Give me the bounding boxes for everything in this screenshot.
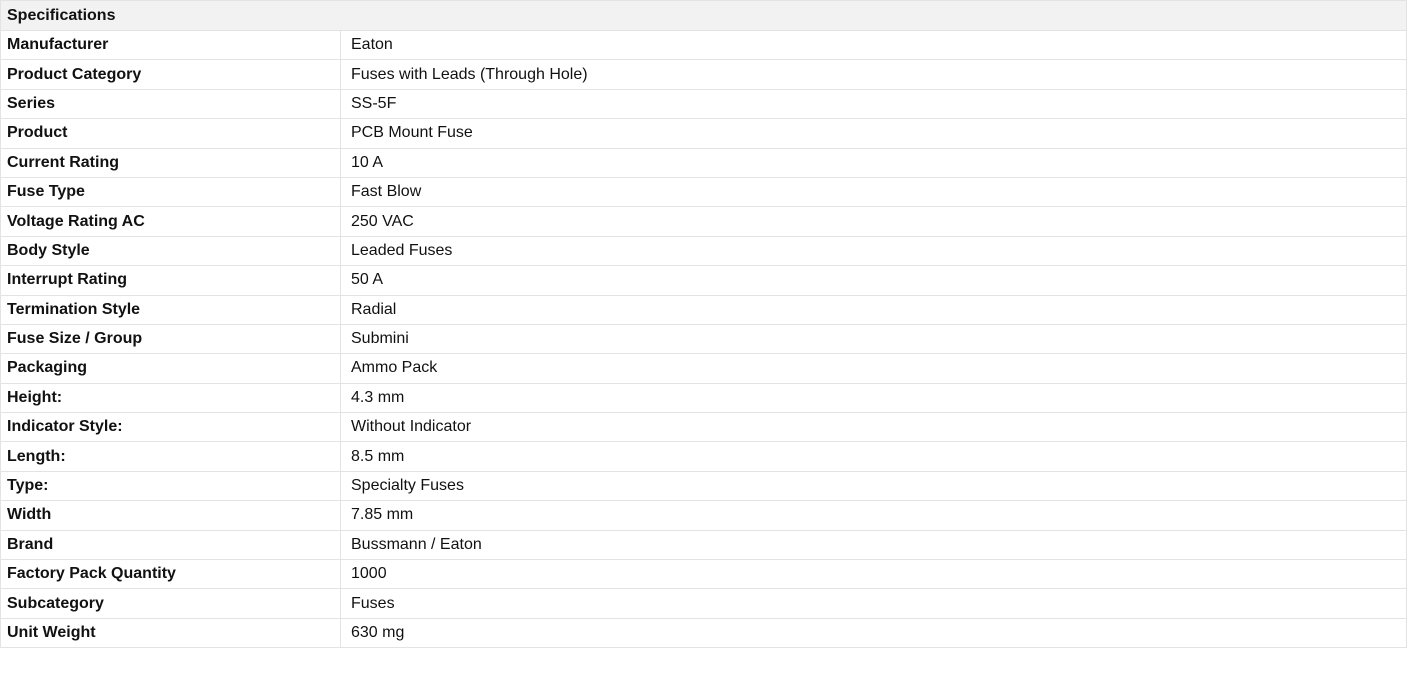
table-row: Factory Pack Quantity 1000	[0, 559, 1407, 590]
spec-value: 630 mg	[340, 617, 1407, 649]
spec-value: SS-5F	[340, 88, 1407, 120]
table-row: Brand Bussmann / Eaton	[0, 529, 1407, 561]
table-row: Termination Style Radial	[0, 294, 1407, 325]
spec-label: Unit Weight	[0, 617, 341, 649]
spec-value: 1000	[340, 559, 1407, 590]
table-row: Fuse Size / Group Submini	[0, 323, 1407, 355]
table-row: Series SS-5F	[0, 88, 1407, 120]
spec-value: Submini	[340, 323, 1407, 355]
spec-value: 250 VAC	[340, 206, 1407, 237]
spec-label: Series	[0, 88, 341, 120]
spec-label: Brand	[0, 529, 341, 561]
table-row: Subcategory Fuses	[0, 588, 1407, 619]
spec-value: Ammo Pack	[340, 353, 1407, 384]
table-row: Indicator Style: Without Indicator	[0, 412, 1407, 443]
spec-value: Specialty Fuses	[340, 470, 1407, 502]
spec-label: Width	[0, 500, 341, 531]
spec-value: Fuses with Leads (Through Hole)	[340, 59, 1407, 90]
spec-value: Fast Blow	[340, 176, 1407, 208]
table-row: Body Style Leaded Fuses	[0, 235, 1407, 267]
spec-value: 4.3 mm	[340, 382, 1407, 414]
spec-label: Indicator Style:	[0, 412, 341, 443]
spec-label: Factory Pack Quantity	[0, 559, 341, 590]
table-row: Width 7.85 mm	[0, 500, 1407, 531]
spec-value: Radial	[340, 294, 1407, 325]
spec-label: Body Style	[0, 235, 341, 267]
spec-value: 8.5 mm	[340, 441, 1407, 472]
spec-value: Bussmann / Eaton	[340, 529, 1407, 561]
spec-label: Type:	[0, 470, 341, 502]
spec-label: Product	[0, 118, 341, 149]
specifications-table: Specifications Manufacturer Eaton Product …	[0, 0, 1407, 649]
table-row: Unit Weight 630 mg	[0, 617, 1407, 649]
spec-label: Voltage Rating AC	[0, 206, 341, 237]
table-row: Manufacturer Eaton	[0, 29, 1407, 61]
spec-value: Without Indicator	[340, 412, 1407, 443]
table-row: Packaging Ammo Pack	[0, 353, 1407, 384]
spec-label: Fuse Type	[0, 176, 341, 208]
table-body: Manufacturer Eaton Product Category Fuses w…	[0, 29, 1407, 649]
table-row: Length: 8.5 mm	[0, 441, 1407, 472]
table-row: Interrupt Rating 50 A	[0, 265, 1407, 296]
spec-label: Product Category	[0, 59, 341, 90]
spec-label: Length:	[0, 441, 341, 472]
spec-value: PCB Mount Fuse	[340, 118, 1407, 149]
spec-value: Leaded Fuses	[340, 235, 1407, 267]
spec-value: 50 A	[340, 265, 1407, 296]
spec-value: Eaton	[340, 29, 1407, 61]
spec-label: Subcategory	[0, 588, 341, 619]
spec-label: Current Rating	[0, 147, 341, 178]
spec-value: 10 A	[340, 147, 1407, 178]
table-row: Fuse Type Fast Blow	[0, 176, 1407, 208]
table-row: Product Category Fuses with Leads (Throug…	[0, 59, 1407, 90]
header-row: Specifications	[0, 0, 1407, 31]
spec-label: Height:	[0, 382, 341, 414]
spec-label: Interrupt Rating	[0, 265, 341, 296]
spec-label: Manufacturer	[0, 29, 341, 61]
spec-value: 7.85 mm	[340, 500, 1407, 531]
table-header-title: Specifications	[0, 0, 1407, 31]
table-header: Specifications	[0, 0, 1407, 31]
spec-label: Termination Style	[0, 294, 341, 325]
table-row: Type: Specialty Fuses	[0, 470, 1407, 502]
table-row: Product PCB Mount Fuse	[0, 118, 1407, 149]
table-row: Voltage Rating AC 250 VAC	[0, 206, 1407, 237]
table-row: Height: 4.3 mm	[0, 382, 1407, 414]
spec-label: Packaging	[0, 353, 341, 384]
spec-value: Fuses	[340, 588, 1407, 619]
table-row: Current Rating 10 A	[0, 147, 1407, 178]
spec-label: Fuse Size / Group	[0, 323, 341, 355]
